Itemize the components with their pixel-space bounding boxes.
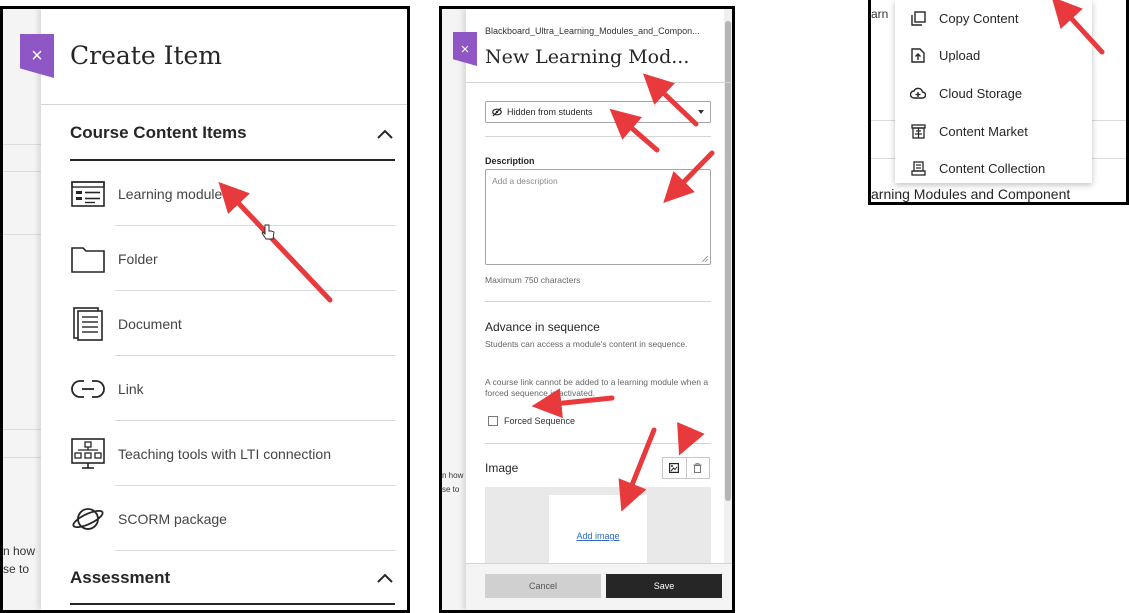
description-label: Description	[485, 156, 535, 166]
visibility-value: Hidden from students	[507, 107, 593, 117]
menu-item-content-collection[interactable]: Content Collection	[909, 158, 1045, 178]
advance-sequence-description: Students can access a module's content i…	[485, 339, 688, 349]
learning-module-panel: n how se to × Blackboard_Ultra_Learning_…	[439, 6, 735, 613]
menu-item-upload[interactable]: Upload	[909, 45, 980, 65]
create-item-lti-tools[interactable]: Teaching tools with LTI connection	[70, 421, 395, 486]
caret-down-icon	[698, 110, 704, 114]
background-text: arning Modules and Component	[871, 186, 1071, 202]
menu-item-label: Content Collection	[939, 160, 1046, 176]
image-toolbar	[662, 457, 710, 479]
add-content-menu-crop: arn Copy Content Upload Cloud Storage Co…	[868, 0, 1129, 205]
background-text: n how	[442, 471, 464, 480]
panel-footer: Cancel Save	[466, 563, 732, 610]
description-input[interactable]: Add a description	[485, 169, 711, 265]
add-content-menu: Copy Content Upload Cloud Storage Conten…	[895, 0, 1092, 183]
section-course-content-items[interactable]: Course Content Items	[70, 123, 247, 143]
item-label: Folder	[118, 250, 158, 267]
section-divider	[70, 603, 395, 605]
resize-handle-icon[interactable]	[702, 256, 708, 262]
breadcrumb: Blackboard_Ultra_Learning_Modules_and_Co…	[485, 26, 700, 36]
max-characters-hint: Maximum 750 characters	[485, 275, 581, 285]
chevron-up-icon[interactable]	[377, 129, 393, 139]
link-icon	[70, 371, 106, 407]
advance-sequence-heading: Advance in sequence	[485, 320, 600, 334]
close-icon: ×	[460, 40, 470, 58]
panel-title: Create Item	[70, 41, 222, 70]
course-link-note: A course link cannot be added to a learn…	[485, 377, 709, 398]
section-assessment[interactable]: Assessment	[70, 568, 170, 588]
create-item-scorm-package[interactable]: SCORM package	[70, 486, 395, 551]
forced-sequence-checkbox[interactable]: Forced Sequence	[488, 416, 575, 426]
header-divider	[41, 104, 407, 105]
create-item-learning-module[interactable]: Learning module	[70, 161, 395, 226]
image-heading: Image	[485, 461, 519, 475]
add-image-link[interactable]: Add image	[576, 531, 619, 541]
module-title[interactable]: New Learning Mod...	[485, 46, 689, 68]
item-label: SCORM package	[118, 510, 227, 527]
close-icon: ×	[31, 44, 43, 67]
item-label: Teaching tools with LTI connection	[118, 445, 331, 462]
forced-sequence-label: Forced Sequence	[504, 416, 576, 426]
menu-item-label: Cloud Storage	[939, 85, 1023, 101]
document-icon	[70, 306, 106, 342]
copy-content-icon	[909, 9, 927, 27]
checkbox-box[interactable]	[488, 416, 498, 426]
folder-icon	[70, 241, 106, 277]
background-page-strip: n how se to	[442, 9, 466, 610]
menu-item-label: Upload	[939, 47, 981, 63]
background-text: se to	[442, 485, 460, 494]
create-item-folder[interactable]: Folder	[70, 226, 395, 291]
edit-image-button[interactable]	[663, 458, 687, 478]
menu-item-cloud-storage[interactable]: Cloud Storage	[909, 83, 1022, 103]
menu-item-label: Content Market	[939, 123, 1028, 139]
panel-scrollbar[interactable]	[724, 9, 732, 610]
upload-icon	[909, 46, 927, 64]
image-edit-icon	[669, 463, 680, 473]
item-label: Learning module	[118, 185, 223, 202]
trash-icon	[693, 463, 702, 473]
content-collection-icon	[909, 159, 927, 177]
item-label: Link	[118, 380, 144, 397]
content-market-icon	[909, 122, 927, 140]
learning-module-icon	[70, 176, 106, 212]
create-item-panel: n how se to × Create Item Course Content…	[0, 6, 410, 613]
chevron-up-icon[interactable]	[377, 573, 393, 583]
description-placeholder: Add a description	[492, 176, 558, 186]
background-page-strip: n how se to	[3, 9, 41, 610]
menu-item-content-market[interactable]: Content Market	[909, 121, 1028, 141]
create-item-link[interactable]: Link	[70, 356, 395, 421]
cancel-button[interactable]: Cancel	[485, 574, 601, 598]
menu-item-copy-content[interactable]: Copy Content	[909, 8, 1019, 28]
save-button[interactable]: Save	[606, 574, 722, 598]
background-text: se to	[3, 562, 30, 576]
visibility-select[interactable]: Hidden from students	[485, 101, 711, 123]
background-text: arn	[871, 7, 889, 21]
create-item-document[interactable]: Document	[70, 291, 395, 356]
background-text: n how	[3, 544, 36, 558]
eye-slash-icon	[492, 107, 502, 117]
menu-item-label: Copy Content	[939, 10, 1019, 26]
delete-image-button[interactable]	[687, 458, 710, 478]
cloud-storage-icon	[909, 84, 927, 102]
scorm-package-icon	[70, 501, 106, 537]
lti-tools-icon	[70, 436, 106, 472]
item-label: Document	[118, 315, 182, 332]
